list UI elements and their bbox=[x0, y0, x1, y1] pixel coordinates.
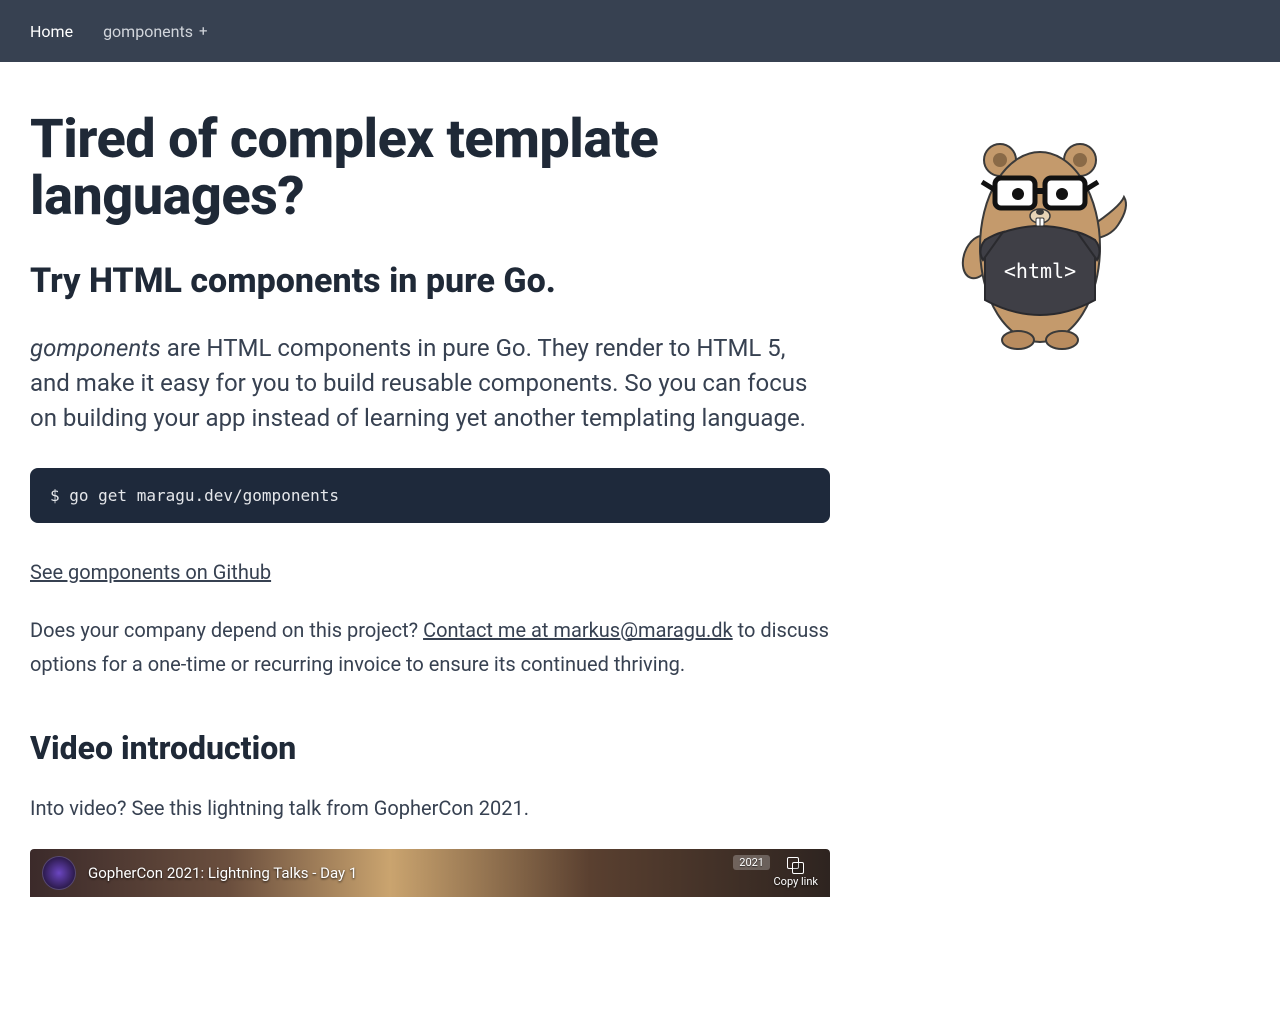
plus-icon: + bbox=[199, 22, 208, 40]
lead-paragraph: gomponents are HTML components in pure G… bbox=[30, 331, 830, 435]
video-year-badge: 2021 bbox=[733, 855, 770, 870]
contact-pre: Does your company depend on this project… bbox=[30, 618, 423, 642]
github-link[interactable]: See gomponents on Github bbox=[30, 560, 271, 584]
nav-gomponents-dropdown[interactable]: gomponents + bbox=[103, 22, 207, 41]
main-column: Tired of complex template languages? Try… bbox=[30, 112, 830, 897]
github-link-paragraph: See gomponents on Github bbox=[30, 555, 830, 589]
video-embed[interactable]: GopherCon 2021: Lightning Talks - Day 1 … bbox=[30, 849, 830, 897]
video-channel-avatar[interactable] bbox=[42, 856, 76, 890]
contact-link[interactable]: Contact me at markus@maragu.dk bbox=[423, 618, 733, 642]
mascot-shirt-text: <html> bbox=[1004, 259, 1076, 283]
video-section-title: Video introduction bbox=[30, 729, 830, 767]
gopher-mascot-icon: <html> bbox=[940, 132, 1140, 352]
nav-home[interactable]: Home bbox=[30, 22, 73, 41]
page-container: Tired of complex template languages? Try… bbox=[0, 62, 1220, 927]
side-column: <html> bbox=[890, 112, 1190, 897]
video-copy-label: Copy link bbox=[774, 875, 818, 888]
page-title: Tired of complex template languages? bbox=[30, 112, 830, 225]
contact-paragraph: Does your company depend on this project… bbox=[30, 613, 830, 681]
navbar: Home gomponents + bbox=[0, 0, 1280, 62]
nav-dropdown-label: gomponents bbox=[103, 22, 193, 41]
lead-em: gomponents bbox=[30, 334, 161, 362]
video-copy-link[interactable]: Copy link bbox=[774, 857, 818, 888]
video-intro: Into video? See this lightning talk from… bbox=[30, 791, 830, 825]
copy-link-icon bbox=[787, 857, 805, 875]
install-codeblock[interactable]: $ go get maragu.dev/gomponents bbox=[30, 468, 830, 523]
page-subtitle: Try HTML components in pure Go. bbox=[30, 261, 830, 301]
video-title: GopherCon 2021: Lightning Talks - Day 1 bbox=[88, 864, 762, 882]
